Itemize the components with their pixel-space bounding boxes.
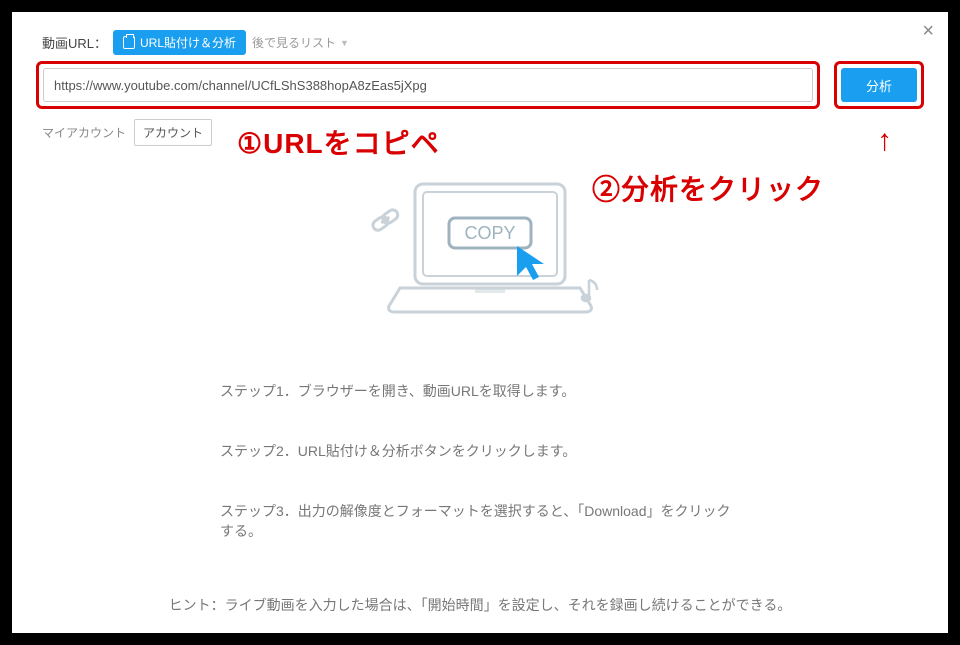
outer-frame: × 動画URL： URL貼付け＆分析 後で見るリスト ▼ 分析 マイアカウント … [0, 0, 960, 645]
app-panel: × 動画URL： URL貼付け＆分析 後で見るリスト ▼ 分析 マイアカウント … [12, 12, 948, 633]
account-button[interactable]: アカウント [134, 119, 212, 146]
copy-label-text: COPY [464, 223, 515, 243]
url-input-highlight [36, 61, 820, 109]
watch-later-dropdown[interactable]: 後で見るリスト ▼ [252, 34, 349, 51]
step-2: ステップ2．URL貼付け＆分析ボタンをクリックします。 [220, 441, 740, 461]
analyze-button[interactable]: 分析 [841, 68, 917, 102]
paste-analyze-button[interactable]: URL貼付け＆分析 [113, 30, 246, 55]
step-1: ステップ1．ブラウザーを開き、動画URLを取得します。 [220, 381, 740, 401]
url-input-row: 分析 [12, 61, 948, 109]
illustration-area: COPY [12, 146, 948, 361]
url-label: 動画URL： [42, 33, 107, 52]
analyze-button-highlight: 分析 [834, 61, 924, 109]
laptop-copy-illustration: COPY [345, 176, 615, 341]
hint-text: ヒント：ライブ動画を入力した場合は、「開始時間」を設定し、それを録画し続けること… [12, 595, 948, 615]
chevron-down-icon: ▼ [340, 38, 349, 48]
url-input[interactable] [43, 68, 813, 102]
account-row: マイアカウント アカウント [12, 109, 948, 146]
top-bar: 動画URL： URL貼付け＆分析 後で見るリスト ▼ [12, 12, 948, 61]
my-account-label: マイアカウント [42, 124, 126, 141]
step-3: ステップ3．出力の解像度とフォーマットを選択すると、「Download」をクリッ… [220, 501, 740, 541]
watch-later-label: 後で見るリスト [252, 34, 336, 51]
close-icon[interactable]: × [922, 20, 934, 43]
clipboard-icon [123, 36, 135, 49]
paste-analyze-label: URL貼付け＆分析 [140, 34, 236, 51]
steps-block: ステップ1．ブラウザーを開き、動画URLを取得します。 ステップ2．URL貼付け… [12, 361, 948, 561]
